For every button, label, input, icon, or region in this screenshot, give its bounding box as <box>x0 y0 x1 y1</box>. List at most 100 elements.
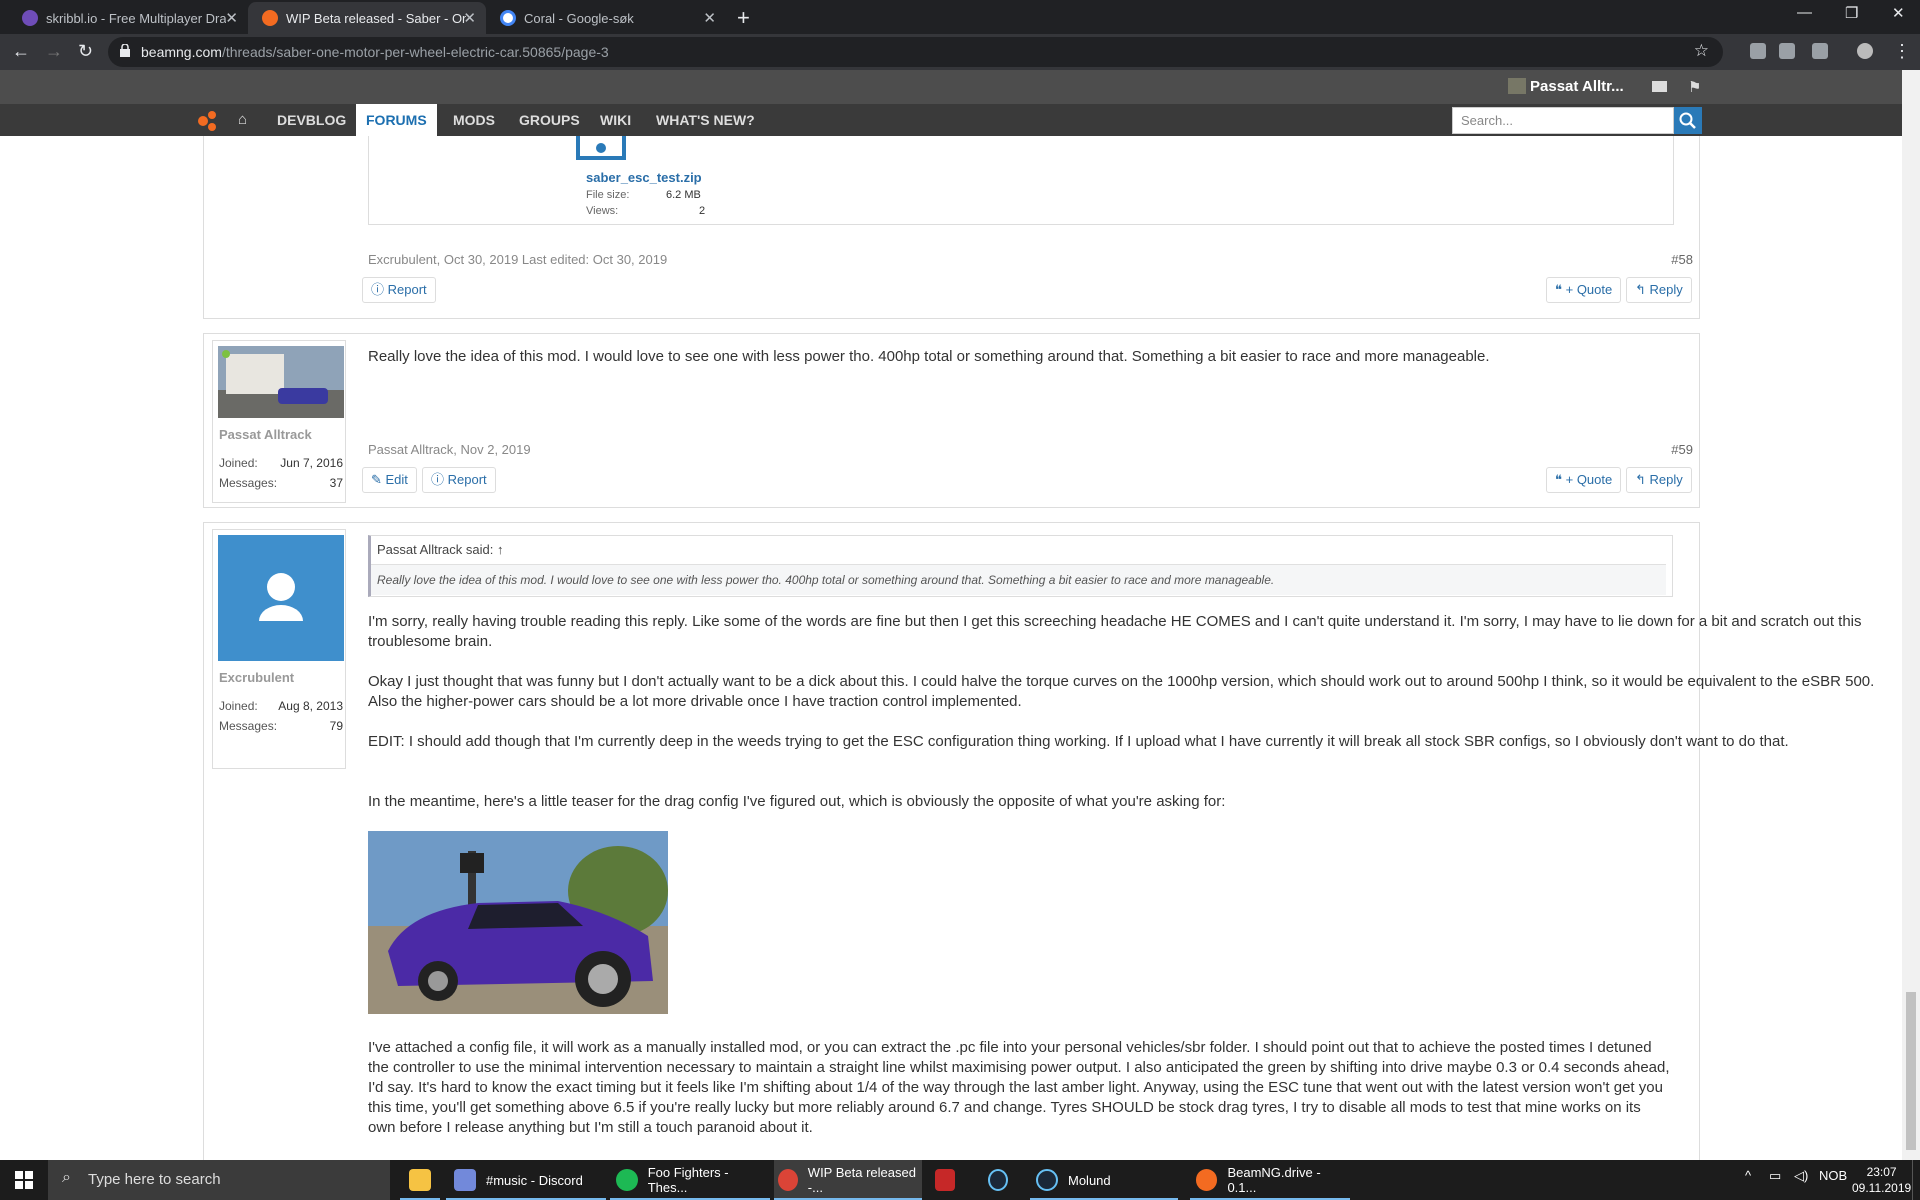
post-number-link[interactable]: #59 <box>1671 442 1693 457</box>
joined-row: Joined: Jun 7, 2016 <box>219 456 343 470</box>
quote-block: Passat Alltrack said: ↑ Really love the … <box>368 535 1673 597</box>
report-button[interactable]: ⓘ Report <box>422 467 496 493</box>
user-avatar[interactable] <box>218 346 344 418</box>
steam-icon <box>988 1169 1008 1191</box>
messages-value[interactable]: 79 <box>330 719 343 733</box>
extension-icon[interactable] <box>1812 43 1828 59</box>
game-taskbar-button[interactable] <box>935 1160 965 1200</box>
reload-icon[interactable]: ↻ <box>78 41 93 62</box>
edit-label: Edit <box>385 472 408 487</box>
network-icon[interactable]: ▭ <box>1769 1168 1781 1184</box>
report-button[interactable]: ⓘ Report <box>362 277 436 303</box>
edit-button[interactable]: ✎ Edit <box>362 467 417 493</box>
home-icon[interactable]: ⌂ <box>238 111 247 128</box>
clock[interactable]: 23:07 09.11.2019 <box>1852 1164 1911 1196</box>
beamng-logo-icon[interactable] <box>196 110 218 132</box>
vw-extension-icon[interactable] <box>1857 43 1873 59</box>
post-58: saber_esc_test.zip File size: 6.2 MB Vie… <box>203 136 1700 319</box>
reply-label: Reply <box>1649 282 1683 297</box>
author-name[interactable]: Excrubulent <box>219 670 294 685</box>
nav-wiki[interactable]: WIKI <box>590 104 641 136</box>
report-label: Report <box>447 472 487 487</box>
file-explorer-taskbar-button[interactable] <box>400 1160 440 1200</box>
close-tab-icon[interactable]: ✕ <box>225 9 238 27</box>
scrollbar-thumb[interactable] <box>1906 992 1916 1150</box>
forum-search-input[interactable]: Search... <box>1452 107 1674 134</box>
search-button[interactable] <box>1674 107 1702 134</box>
alerts-flag-icon[interactable]: ⚑ <box>1688 78 1701 96</box>
forward-icon[interactable]: → <box>45 41 63 62</box>
post-body: Really love the idea of this mod. I woul… <box>368 348 1490 365</box>
author-name[interactable]: Passat Alltrack <box>219 427 312 442</box>
tray-overflow-icon[interactable]: ^ <box>1745 1168 1751 1183</box>
file-icon <box>576 136 626 160</box>
menu-dots-icon[interactable]: ⋮ <box>1893 41 1911 62</box>
close-tab-icon[interactable]: ✕ <box>463 9 476 27</box>
post-paragraph: EDIT: I should add though that I'm curre… <box>368 733 1789 750</box>
spotify-taskbar-button[interactable]: Foo Fighters - Thes... <box>610 1160 770 1200</box>
taskbar-label: #music - Discord <box>486 1172 583 1188</box>
post-59: Passat Alltrack Joined: Jun 7, 2016 Messa… <box>203 333 1700 508</box>
close-tab-icon[interactable]: ✕ <box>703 9 716 27</box>
steam-molund-taskbar-button[interactable]: Molund <box>1030 1160 1178 1200</box>
tab-skribbl[interactable]: skribbl.io - Free Multiplayer Draw ✕ <box>8 2 248 34</box>
avatar[interactable] <box>1508 78 1526 94</box>
quote-button[interactable]: ❝ + Quote <box>1546 277 1622 303</box>
nav-whats-new[interactable]: WHAT'S NEW? <box>646 104 765 136</box>
default-avatar-icon[interactable] <box>218 535 344 661</box>
messages-value[interactable]: 37 <box>330 476 343 490</box>
windows-start-icon[interactable] <box>15 1171 33 1189</box>
nav-forums[interactable]: FORUMS <box>356 104 437 136</box>
quote-attribution[interactable]: Passat Alltrack said: ↑ <box>377 542 503 557</box>
search-icon: ⌕ <box>62 1169 71 1186</box>
show-desktop-button[interactable] <box>1912 1160 1920 1200</box>
post-number-link[interactable]: #58 <box>1671 252 1693 267</box>
quote-label: + Quote <box>1565 282 1613 297</box>
attachment-link[interactable]: saber_esc_test.zip <box>586 170 702 185</box>
nav-devblog[interactable]: DEVBLOG <box>267 104 356 136</box>
drag-car-image[interactable] <box>368 831 668 1014</box>
tab-beamng[interactable]: WIP Beta released - Saber - One ✕ <box>248 2 486 34</box>
messages-row: Messages: 37 <box>219 476 343 490</box>
address-bar[interactable]: beamng.com/threads/saber-one-motor-per-w… <box>108 37 1723 67</box>
messages-row: Messages: 79 <box>219 719 343 733</box>
restore-icon[interactable]: ❐ <box>1845 4 1858 22</box>
taskbar-search-input[interactable]: ⌕ Type here to search <box>48 1160 390 1200</box>
taskbar-label: Molund <box>1068 1172 1111 1188</box>
inbox-icon[interactable] <box>1652 81 1667 92</box>
new-tab-icon[interactable]: + <box>737 5 750 31</box>
tab-title: Coral - Google-søk <box>524 10 634 26</box>
tab-title: skribbl.io - Free Multiplayer Draw <box>46 10 226 26</box>
steam-taskbar-button[interactable] <box>988 1160 1018 1200</box>
search-icon <box>1679 112 1696 129</box>
quote-text: Really love the idea of this mod. I woul… <box>371 564 1666 595</box>
tab-google[interactable]: Coral - Google-søk ✕ <box>486 2 726 34</box>
discord-taskbar-button[interactable]: #music - Discord <box>446 1160 606 1200</box>
minimize-icon[interactable]: — <box>1797 4 1812 21</box>
quote-button[interactable]: ❝ + Quote <box>1546 467 1622 493</box>
messages-label: Messages: <box>219 719 278 733</box>
extension-icon[interactable] <box>1779 43 1795 59</box>
back-icon[interactable]: ← <box>12 41 30 62</box>
chrome-taskbar-button[interactable]: WIP Beta released -... <box>774 1160 922 1200</box>
close-window-icon[interactable]: ✕ <box>1892 4 1905 22</box>
extension-icon[interactable] <box>1750 43 1766 59</box>
volume-icon[interactable]: ◁) <box>1794 1168 1808 1184</box>
nav-mods[interactable]: MODS <box>443 104 505 136</box>
messages-label: Messages: <box>219 476 278 490</box>
url-text: beamng.com/threads/saber-one-motor-per-w… <box>141 44 609 60</box>
reply-button[interactable]: ↰ Reply <box>1626 467 1692 493</box>
lock-icon <box>120 44 130 57</box>
report-label: Report <box>387 282 427 297</box>
post-meta: Passat Alltrack, Nov 2, 2019 <box>368 442 531 457</box>
nav-groups[interactable]: GROUPS <box>509 104 590 136</box>
username-link[interactable]: Passat Alltr... <box>1530 78 1624 95</box>
steam-icon <box>1036 1169 1058 1191</box>
browser-tab-strip: skribbl.io - Free Multiplayer Draw ✕ WIP… <box>0 0 1920 34</box>
user-sidebar: Passat Alltrack Joined: Jun 7, 2016 Messa… <box>212 340 346 503</box>
language-indicator[interactable]: NOB <box>1819 1168 1847 1183</box>
page-scrollbar[interactable] <box>1902 70 1920 1160</box>
beamng-taskbar-button[interactable]: BeamNG.drive - 0.1... <box>1190 1160 1350 1200</box>
bookmark-star-icon[interactable]: ☆ <box>1694 41 1709 61</box>
reply-button[interactable]: ↰ Reply <box>1626 277 1692 303</box>
